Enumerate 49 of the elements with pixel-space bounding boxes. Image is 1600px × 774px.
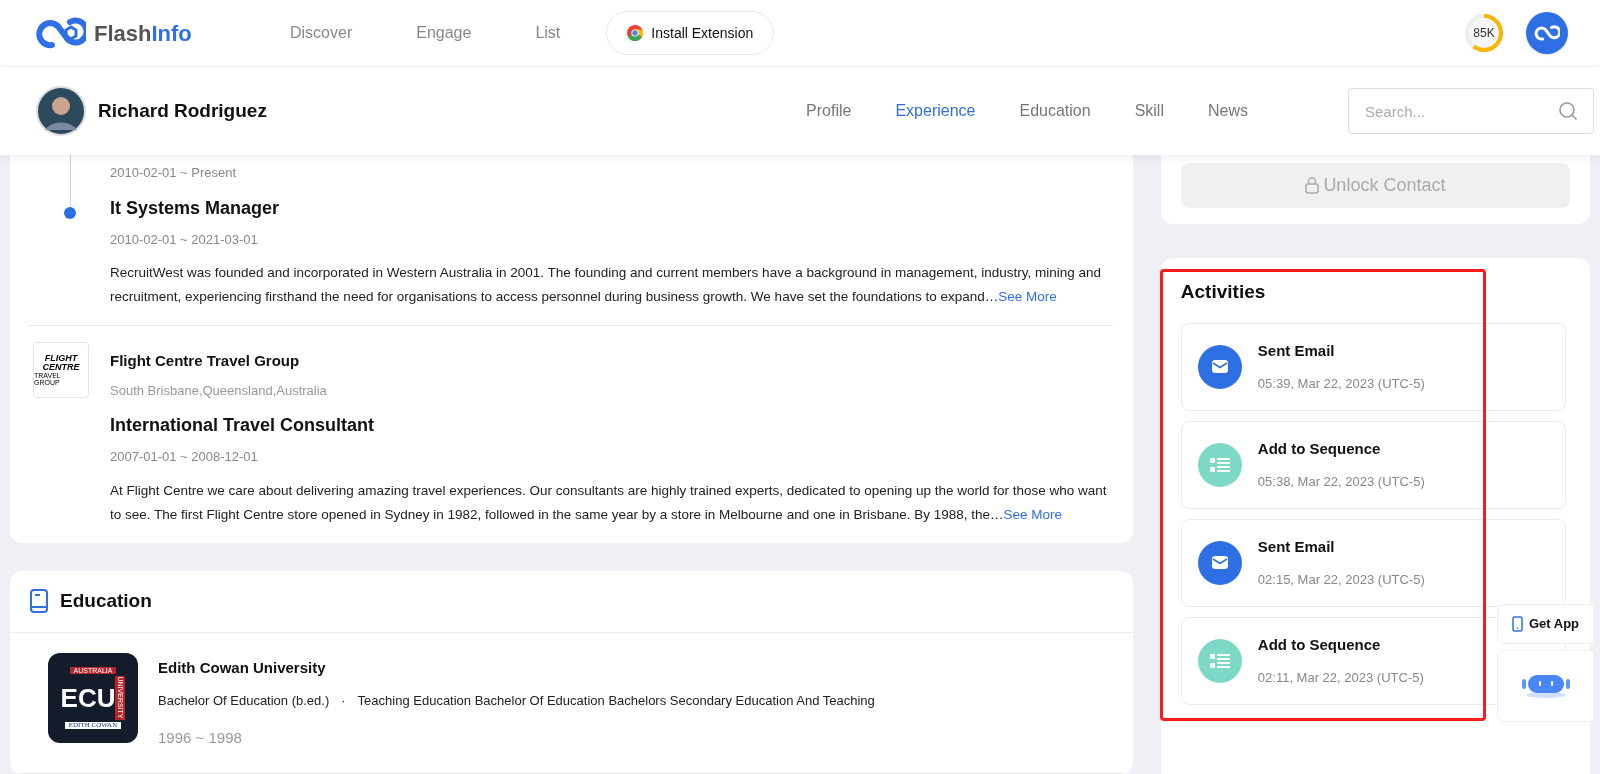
assistant-button[interactable] bbox=[1497, 650, 1594, 722]
avatar-icon bbox=[36, 86, 86, 136]
nav-link[interactable]: List bbox=[535, 21, 561, 45]
nav-link[interactable]: Engage bbox=[416, 21, 472, 45]
section-tab[interactable]: Education bbox=[1019, 99, 1091, 123]
degree-text: Bachelor Of Education (b.ed.) bbox=[158, 692, 330, 710]
see-more-link[interactable]: See More bbox=[998, 289, 1057, 304]
section-tab[interactable]: Skill bbox=[1134, 99, 1164, 123]
activity-time: 05:39, Mar 22, 2023 (UTC-5) bbox=[1257, 375, 1425, 393]
robot-icon bbox=[1519, 673, 1572, 699]
get-app-button[interactable]: Get App bbox=[1497, 604, 1594, 644]
section-tab[interactable]: Profile bbox=[806, 99, 852, 123]
see-more-link[interactable]: See More bbox=[1003, 506, 1063, 522]
logo-icon bbox=[36, 17, 86, 49]
company-location: South Brisbane,Queensland,Australia bbox=[110, 381, 328, 400]
search-field[interactable]: Search... bbox=[1348, 88, 1594, 134]
section-title: Activities bbox=[1180, 280, 1267, 304]
job-title: It Systems Manager bbox=[110, 196, 281, 220]
credits-meter: 85K bbox=[1462, 11, 1506, 55]
job-dates: 2010-02-01 ~ 2021-03-01 bbox=[110, 230, 259, 249]
phone-icon bbox=[1511, 616, 1523, 632]
education-years: 1996 ~ 1998 bbox=[158, 727, 243, 748]
company-name: Flight Centre Travel Group bbox=[110, 351, 301, 371]
section-tab[interactable]: Experience bbox=[895, 99, 976, 123]
activity-time: 02:11, Mar 22, 2023 (UTC-5) bbox=[1257, 669, 1424, 687]
lock-icon bbox=[1305, 177, 1320, 194]
job-dates: 2010-02-01 ~ Present bbox=[110, 164, 238, 182]
section-tab[interactable]: News bbox=[1208, 99, 1248, 123]
search-icon bbox=[1558, 101, 1578, 121]
separator-dot: · bbox=[341, 692, 346, 710]
field-of-study: Teaching Education Bachelor Of Education Bachelors Secondary Education And Teaching bbox=[357, 692, 875, 710]
job-description: At Flight Centre we care about delivering amazing travel experiences. Our consultants are highly trained experts, dedicated to opening up the world for those who want to see. The first Flight Centre store opened in Sydney in 1982, followed in the same year by a store in Melbourne and one in Brisbane. By 1988, the…See More bbox=[110, 481, 1108, 524]
job-description: RecruitWest was founded and incorporated in Western Australia in 2001. The founding and current members have a background in management, industry, mining and recruitment, experiencing firsthand the need for organisations to access personnel during business growth. We have set the foundations to expand…See More bbox=[110, 264, 1103, 306]
activity-title: Add to Sequence bbox=[1257, 438, 1382, 459]
job-title: International Travel Consultant bbox=[110, 414, 376, 437]
school-name: Edith Cowan University bbox=[158, 657, 327, 678]
profile-name: Richard Rodriguez bbox=[98, 98, 267, 123]
section-title: Education bbox=[60, 588, 152, 613]
browser-icon bbox=[627, 25, 644, 41]
account-avatar[interactable] bbox=[1526, 12, 1568, 54]
brand-name: FlashInfo bbox=[94, 19, 192, 48]
activity-title: Add to Sequence bbox=[1257, 634, 1382, 655]
book-icon bbox=[30, 589, 48, 613]
job-dates: 2007-01-01 ~ 2008-12-01 bbox=[110, 448, 259, 466]
activity-title: Sent Email bbox=[1257, 340, 1336, 361]
activity-title: Sent Email bbox=[1257, 536, 1336, 557]
nav-link[interactable]: Discover bbox=[290, 21, 353, 45]
activity-time: 02:15, Mar 22, 2023 (UTC-5) bbox=[1257, 571, 1425, 589]
activity-time: 05:38, Mar 22, 2023 (UTC-5) bbox=[1257, 473, 1425, 491]
